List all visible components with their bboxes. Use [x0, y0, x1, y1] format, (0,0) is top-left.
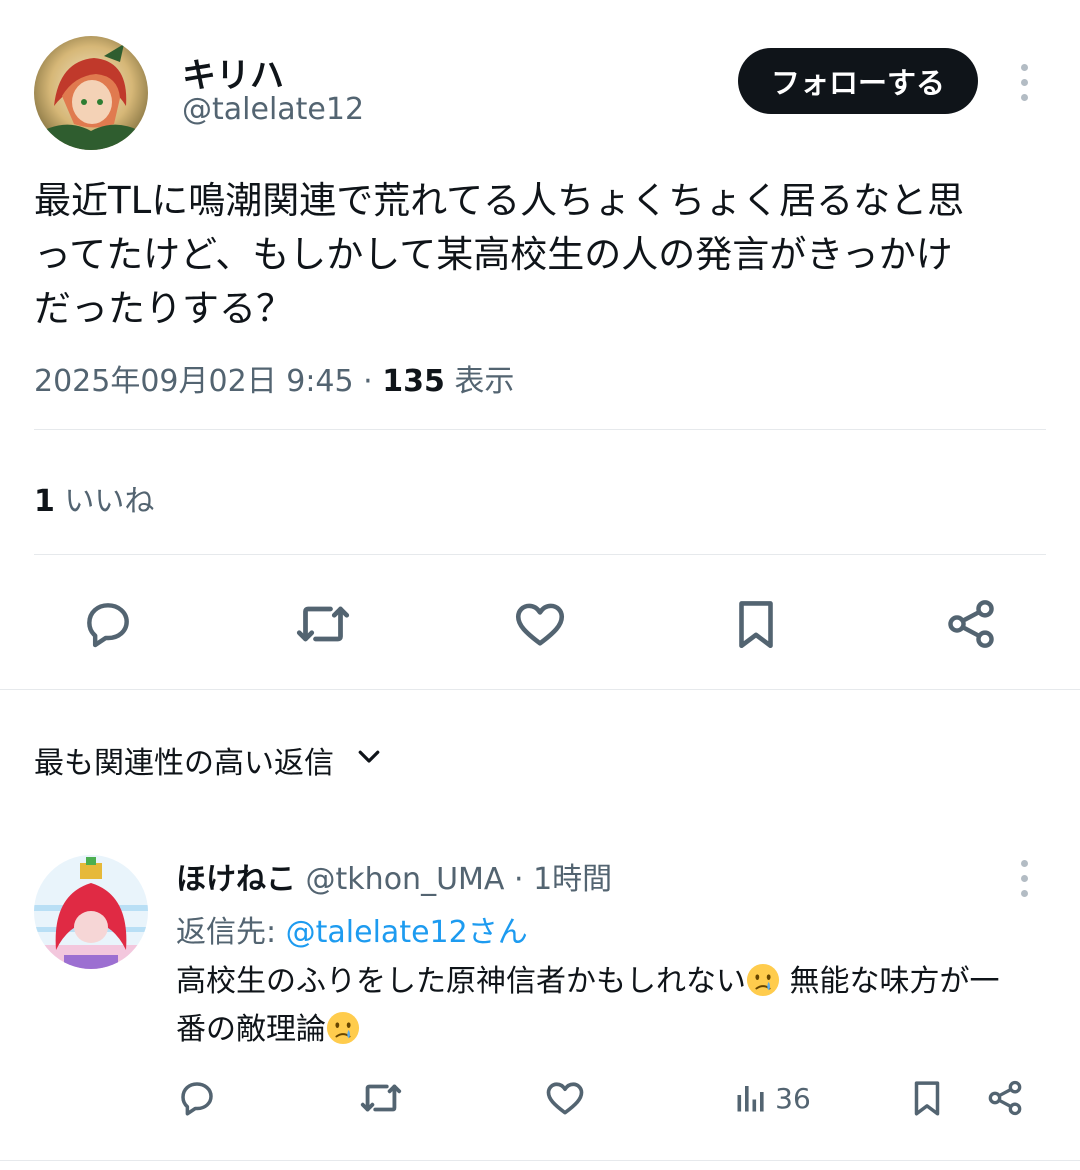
- bookmark-icon[interactable]: [905, 1076, 949, 1120]
- reply-separator: ·: [513, 862, 524, 897]
- crying-face-emoji: [746, 963, 780, 997]
- reply-author-handle[interactable]: @tkhon_UMA: [306, 862, 505, 897]
- author-name[interactable]: キリハ: [182, 48, 284, 97]
- like-icon[interactable]: [543, 1076, 587, 1120]
- more-dot: [1020, 79, 1028, 86]
- reply-text: 高校生のふりをした原神信者かもしれない 無能な味方が一番の敵理論: [176, 958, 1046, 1054]
- reply-text-part: 番の敵理論: [176, 1012, 326, 1047]
- reply-header: ほけねこ @tkhon_UMA · 1時間: [176, 854, 612, 898]
- reply-text-part: 高校生のふりをした原神信者かもしれない: [176, 964, 746, 999]
- tweet-text: 最近TLに鳴潮関連で荒れてる人ちょくちょく居るなと思 ってたけど、もしかして某高…: [34, 174, 1044, 336]
- views-button[interactable]: 36: [722, 1076, 822, 1120]
- more-dot: [1020, 64, 1028, 71]
- chevron-down-icon: [354, 741, 384, 779]
- tweet-meta: 2025年09月02日 9:45 · 135 表示: [34, 356, 514, 400]
- reply-views-count: 36: [775, 1081, 811, 1115]
- crying-face-emoji: [326, 1011, 360, 1045]
- divider: [0, 1160, 1080, 1161]
- retweet-icon[interactable]: [293, 594, 353, 654]
- likes-label: いいね: [64, 484, 155, 519]
- reply-to: 返信先: @talelate12さん: [176, 907, 528, 951]
- tweet-timestamp[interactable]: 2025年09月02日 9:45: [34, 364, 354, 399]
- divider: [34, 429, 1046, 430]
- replies-sort-label: 最も関連性の高い返信: [34, 746, 334, 781]
- like-icon[interactable]: [510, 594, 570, 654]
- more-dot: [1020, 890, 1028, 897]
- likes-count: 1: [34, 484, 55, 519]
- more-options-icon[interactable]: [1014, 64, 1034, 101]
- reply-text-part: 無能な味方が一: [780, 964, 1000, 999]
- reply-author-name[interactable]: ほけねこ: [176, 862, 296, 897]
- retweet-icon[interactable]: [358, 1076, 404, 1120]
- tweet-text-line: ってたけど、もしかして某高校生の人の発言がきっかけ: [34, 233, 953, 276]
- reply-icon[interactable]: [175, 1076, 219, 1120]
- tweet-text-line: だったりする？: [34, 287, 293, 330]
- reply-time[interactable]: 1時間: [533, 862, 612, 897]
- likes-summary[interactable]: 1 いいね: [34, 476, 154, 520]
- reply-icon[interactable]: [78, 594, 138, 654]
- more-dot: [1020, 875, 1028, 882]
- reply-to-label: 返信先:: [176, 915, 286, 950]
- share-icon[interactable]: [941, 594, 1001, 654]
- share-icon[interactable]: [983, 1076, 1027, 1120]
- more-options-icon[interactable]: [1014, 860, 1034, 897]
- more-dot: [1020, 860, 1028, 867]
- divider: [34, 554, 1046, 555]
- author-avatar[interactable]: [34, 36, 148, 150]
- reply-author-avatar[interactable]: [34, 855, 148, 969]
- meta-separator: ·: [363, 364, 373, 399]
- tweet-text-line: 最近TLに鳴潮関連で荒れてる人ちょくちょく居るなと思: [34, 179, 965, 222]
- author-handle[interactable]: @talelate12: [182, 92, 364, 127]
- views-icon: [737, 1086, 764, 1112]
- more-dot: [1020, 94, 1028, 101]
- views-label: 表示: [454, 364, 515, 399]
- bookmark-icon[interactable]: [726, 594, 786, 654]
- follow-button[interactable]: フォローする: [738, 48, 978, 114]
- views-count: 135: [382, 364, 445, 399]
- divider: [0, 689, 1080, 690]
- reply-to-user-link[interactable]: @talelate12さん: [286, 915, 528, 950]
- replies-sort-selector[interactable]: 最も関連性の高い返信: [34, 738, 384, 782]
